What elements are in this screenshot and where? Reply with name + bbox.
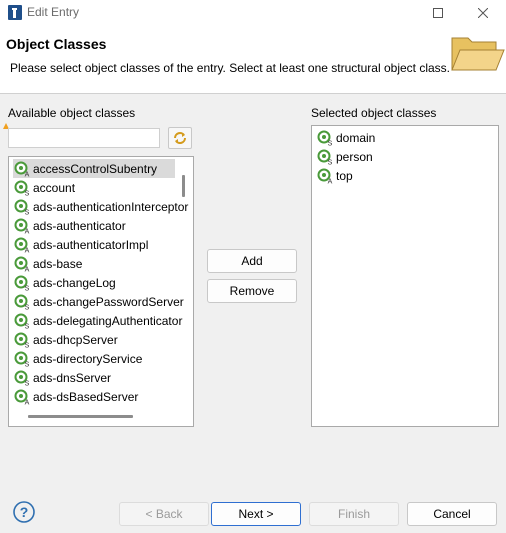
object-class-icon: A bbox=[14, 389, 30, 405]
svg-text:?: ? bbox=[20, 504, 29, 520]
remove-button[interactable]: Remove bbox=[207, 279, 297, 303]
object-class-icon: A bbox=[14, 237, 30, 253]
available-item-label: ads-authenticator bbox=[33, 218, 126, 233]
title-bar: Edit Entry bbox=[0, 0, 506, 26]
available-item-label: accessControlSubentry bbox=[33, 161, 158, 176]
object-class-icon: S bbox=[14, 313, 30, 329]
available-item-label: ads-changePasswordServer bbox=[33, 294, 184, 309]
available-item-label: ads-changeLog bbox=[33, 275, 116, 290]
maximize-button[interactable] bbox=[415, 0, 461, 26]
available-list-item[interactable]: Sads-directoryService bbox=[14, 349, 142, 368]
object-class-icon: A bbox=[14, 161, 30, 177]
svg-text:S: S bbox=[328, 140, 333, 146]
svg-text:S: S bbox=[25, 190, 30, 196]
available-item-label: ads-dnsServer bbox=[33, 370, 112, 385]
selected-item-label: person bbox=[336, 149, 373, 164]
page-title: Object Classes bbox=[6, 36, 107, 52]
selected-list-item[interactable]: Sperson bbox=[317, 147, 373, 166]
available-list-item[interactable]: Aads-dsBasedServer bbox=[14, 387, 138, 406]
available-list-item[interactable]: Sads-dnsServer bbox=[14, 368, 111, 387]
close-button[interactable] bbox=[460, 0, 506, 26]
wizard-header: Object Classes Please select object clas… bbox=[0, 26, 506, 94]
available-list-item[interactable]: Sads-changeLog bbox=[14, 273, 116, 292]
svg-text:S: S bbox=[25, 380, 30, 386]
available-item-label: ads-directoryService bbox=[33, 351, 143, 366]
object-class-icon: S bbox=[14, 275, 30, 291]
available-list-item[interactable]: AaccessControlSubentry bbox=[13, 159, 175, 178]
available-list-item[interactable]: Sads-changePasswordServer bbox=[14, 292, 184, 311]
svg-text:S: S bbox=[25, 304, 30, 310]
available-list-item[interactable]: Saccount bbox=[14, 178, 75, 197]
available-classes-list[interactable]: AaccessControlSubentry Saccount Sads-authe… bbox=[8, 156, 194, 427]
available-list-item[interactable]: Sads-authenticationInterceptor bbox=[14, 197, 188, 216]
filter-input[interactable] bbox=[8, 128, 160, 148]
close-icon bbox=[478, 8, 488, 18]
maximize-icon bbox=[433, 8, 443, 18]
object-class-icon: S bbox=[14, 332, 30, 348]
object-class-icon: S bbox=[317, 149, 333, 165]
svg-text:A: A bbox=[25, 171, 30, 177]
available-item-label: ads-dsBasedServer bbox=[33, 389, 139, 404]
selected-list-item[interactable]: Sdomain bbox=[317, 128, 375, 147]
svg-text:S: S bbox=[25, 361, 30, 367]
page-description: Please select object classes of the entr… bbox=[10, 61, 450, 75]
available-list-item[interactable]: Sads-delegatingAuthenticator bbox=[14, 311, 182, 330]
clear-filter-button[interactable] bbox=[168, 127, 192, 149]
object-class-icon: S bbox=[14, 370, 30, 386]
back-button[interactable]: < Back bbox=[119, 502, 209, 526]
selected-item-label: top bbox=[336, 168, 353, 183]
available-list-item[interactable]: Aads-authenticatorImpl bbox=[14, 235, 148, 254]
selected-item-label: domain bbox=[336, 130, 376, 145]
svg-text:A: A bbox=[25, 228, 30, 234]
object-class-icon: S bbox=[14, 199, 30, 215]
refresh-icon bbox=[174, 132, 186, 144]
available-list-item[interactable]: Aads-authenticator bbox=[14, 216, 126, 235]
available-item-label: ads-dhcpServer bbox=[33, 332, 118, 347]
selected-list-item[interactable]: Atop bbox=[317, 166, 353, 185]
object-class-icon: S bbox=[14, 180, 30, 196]
window-title: Edit Entry bbox=[27, 5, 80, 19]
object-class-icon: A bbox=[14, 256, 30, 272]
vertical-scrollbar[interactable] bbox=[182, 175, 185, 197]
object-class-icon: S bbox=[14, 294, 30, 310]
svg-text:A: A bbox=[328, 178, 333, 184]
svg-text:S: S bbox=[25, 323, 30, 329]
add-button[interactable]: Add bbox=[207, 249, 297, 273]
available-list-item[interactable]: Aads-base bbox=[14, 254, 82, 273]
svg-text:S: S bbox=[25, 209, 30, 215]
available-item-label: ads-delegatingAuthenticator bbox=[33, 313, 183, 328]
available-item-label: ads-authenticatorImpl bbox=[33, 237, 149, 252]
available-item-label: ads-base bbox=[33, 256, 83, 271]
available-list-item[interactable]: Sads-dhcpServer bbox=[14, 330, 118, 349]
folder-icon bbox=[451, 37, 505, 71]
next-button[interactable]: Next > bbox=[211, 502, 301, 526]
available-label: Available object classes bbox=[8, 106, 136, 120]
available-item-label: ads-authenticationInterceptor bbox=[33, 199, 189, 214]
cancel-button[interactable]: Cancel bbox=[407, 502, 497, 526]
help-icon[interactable]: ? bbox=[13, 501, 35, 523]
app-icon bbox=[8, 5, 22, 20]
object-class-icon: S bbox=[14, 351, 30, 367]
svg-text:A: A bbox=[25, 399, 30, 405]
svg-text:A: A bbox=[25, 266, 30, 272]
available-item-label: account bbox=[33, 180, 76, 195]
svg-text:S: S bbox=[25, 285, 30, 291]
object-class-icon: A bbox=[14, 218, 30, 234]
object-class-icon: A bbox=[317, 168, 333, 184]
horizontal-scrollbar[interactable] bbox=[28, 415, 133, 418]
selected-classes-list[interactable]: Sdomain Sperson Atop bbox=[311, 125, 499, 427]
svg-text:S: S bbox=[328, 159, 333, 165]
svg-text:S: S bbox=[25, 342, 30, 348]
svg-text:A: A bbox=[25, 247, 30, 253]
object-class-icon: S bbox=[317, 130, 333, 146]
finish-button[interactable]: Finish bbox=[309, 502, 399, 526]
selected-label: Selected object classes bbox=[311, 106, 437, 120]
